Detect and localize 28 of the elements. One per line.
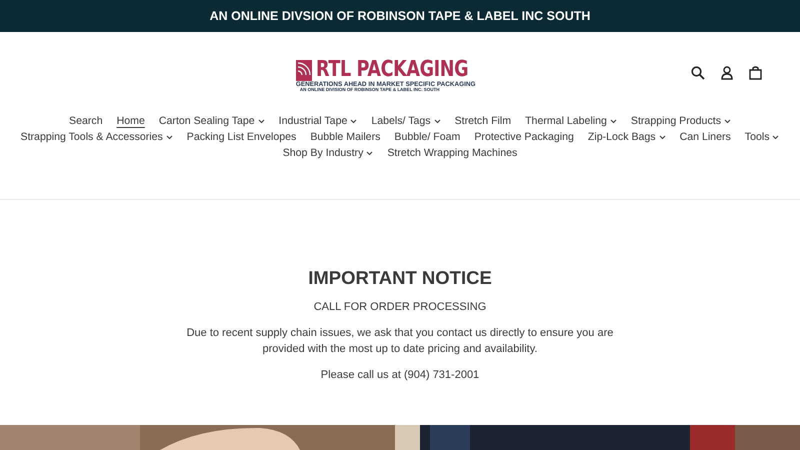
nav-link[interactable]: Zip-Lock Bags bbox=[588, 130, 666, 145]
nav-link[interactable]: Thermal Labeling bbox=[525, 114, 617, 129]
logo-icon bbox=[296, 60, 312, 80]
logo-name[interactable]: RTL PACKAGING bbox=[316, 59, 468, 81]
nav-link[interactable]: Can Liners bbox=[680, 130, 731, 145]
nav-link[interactable]: Home bbox=[116, 114, 145, 129]
notice-body: Due to recent supply chain issues, we ask that you contact us directly to ensure you are provided with the most up to date pricing and availability. bbox=[186, 326, 614, 357]
search-icon[interactable] bbox=[691, 66, 705, 80]
nav-link[interactable]: Bubble/ Foam bbox=[394, 130, 460, 145]
account-icon[interactable] bbox=[721, 66, 733, 80]
notice-title: IMPORTANT NOTICE bbox=[308, 266, 492, 290]
nav-link[interactable]: Stretch Wrapping Machines bbox=[387, 146, 518, 161]
announcement-text: AN ONLINE DIVSION OF ROBINSON TAPE & LABEL INC SOUTH bbox=[210, 8, 590, 25]
notice-call: Please call us at (904) 731-2001 bbox=[320, 368, 480, 384]
nav-link[interactable]: Tools bbox=[744, 130, 780, 145]
nav-link[interactable]: Stretch Film bbox=[454, 114, 512, 129]
nav-link[interactable]: Carton Sealing Tape bbox=[158, 114, 265, 129]
nav-link[interactable]: Packing List Envelopes bbox=[186, 130, 296, 145]
nav-link[interactable]: Strapping Products bbox=[630, 114, 731, 129]
nav-link[interactable]: Strapping Tools & Accessories bbox=[20, 130, 173, 145]
cart-icon[interactable] bbox=[749, 66, 762, 80]
nav-link[interactable]: Bubble Mailers bbox=[310, 130, 380, 145]
nav-link[interactable]: Industrial Tape bbox=[278, 114, 358, 129]
nav-link[interactable]: Labels/ Tags bbox=[371, 114, 441, 129]
nav-link[interactable]: Search bbox=[69, 114, 103, 129]
nav-link[interactable]: Protective Packaging bbox=[474, 130, 574, 145]
notice-subtitle: CALL FOR ORDER PROCESSING bbox=[314, 300, 486, 315]
nav-link[interactable]: Shop By Industry bbox=[282, 146, 374, 161]
